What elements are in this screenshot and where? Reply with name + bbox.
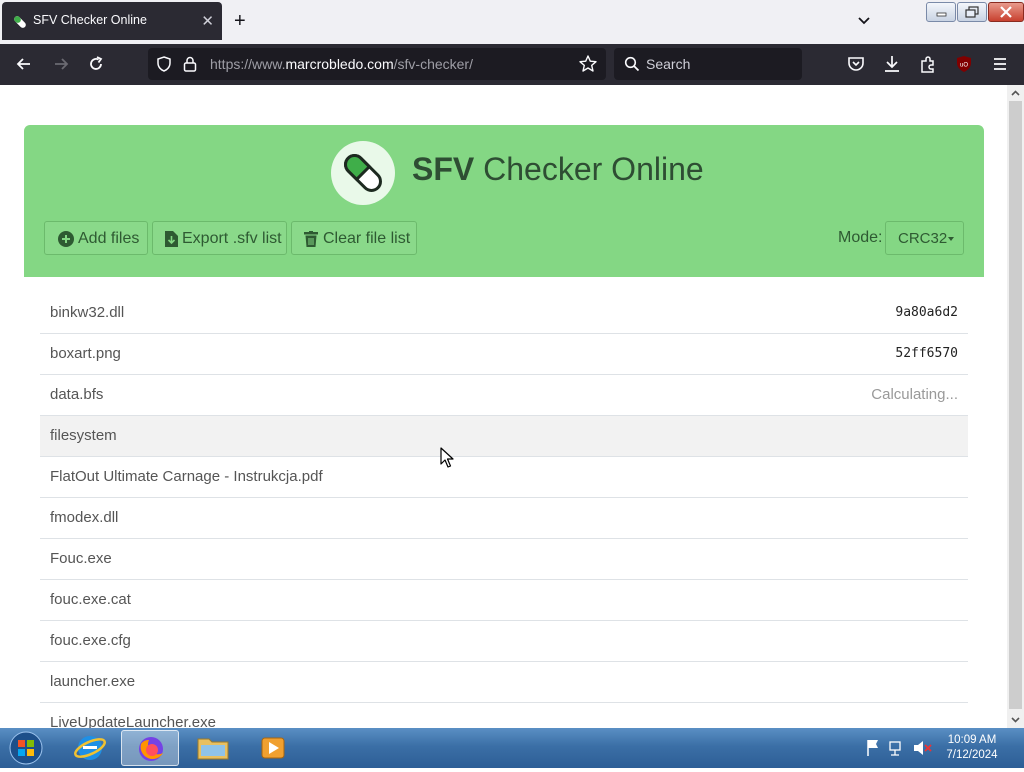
new-tab-button[interactable]: + bbox=[234, 9, 246, 33]
file-name: filesystem bbox=[50, 427, 117, 444]
tab-strip: SFV Checker Online ✕ + bbox=[0, 0, 1024, 44]
app-title: SFV Checker Online bbox=[412, 151, 704, 187]
windows-taskbar: 10:09 AM 7/12/2024 bbox=[0, 728, 1024, 768]
tracking-protection-shield-icon[interactable] bbox=[156, 56, 172, 72]
caret-down-icon bbox=[948, 237, 954, 241]
add-files-button[interactable]: Add files bbox=[44, 221, 148, 255]
window-close-button[interactable] bbox=[988, 2, 1024, 22]
taskbar-clock[interactable]: 10:09 AM 7/12/2024 bbox=[940, 733, 1004, 763]
file-name: fmodex.dll bbox=[50, 509, 119, 526]
search-icon bbox=[624, 56, 640, 72]
mode-dropdown[interactable]: CRC32 bbox=[885, 221, 964, 255]
file-row[interactable]: filesystem bbox=[40, 416, 968, 457]
file-row[interactable]: fmodex.dll bbox=[40, 498, 968, 539]
svg-text:uO: uO bbox=[960, 63, 968, 69]
file-crc32-value: 9a80a6d2 bbox=[895, 305, 958, 320]
pill-logo-icon bbox=[331, 141, 395, 205]
mode-value: CRC32 bbox=[898, 230, 948, 247]
firefox-taskbar-button[interactable] bbox=[121, 730, 179, 766]
file-download-icon bbox=[165, 231, 178, 247]
tab-close-icon[interactable]: ✕ bbox=[201, 12, 214, 30]
ublock-origin-icon[interactable]: uO bbox=[954, 54, 974, 74]
clock-time: 10:09 AM bbox=[947, 734, 997, 746]
add-files-label: Add files bbox=[78, 230, 140, 247]
scrollbar-thumb[interactable] bbox=[1009, 101, 1022, 709]
lock-icon[interactable] bbox=[182, 55, 198, 73]
media-player-icon[interactable] bbox=[244, 730, 302, 766]
export-sfv-label: Export .sfv list bbox=[182, 230, 282, 247]
scroll-down-arrow-icon[interactable] bbox=[1010, 714, 1021, 725]
file-list: binkw32.dll 9a80a6d2 boxart.png 52ff6570 dat… bbox=[40, 293, 968, 728]
file-row[interactable]: LiveUpdateLauncher.exe bbox=[40, 703, 968, 728]
address-bar[interactable]: https://www.marcrobledo.com/sfv-checker/ bbox=[148, 48, 606, 80]
url-text[interactable]: https://www.marcrobledo.com/sfv-checker/ bbox=[210, 56, 473, 72]
tab-title: SFV Checker Online bbox=[33, 13, 147, 27]
window-minimize-button[interactable] bbox=[926, 2, 956, 22]
file-name: binkw32.dll bbox=[50, 304, 125, 321]
trash-icon bbox=[304, 231, 318, 247]
back-arrow-icon[interactable] bbox=[14, 54, 34, 74]
page-viewport: SFV Checker Online Add files Export .sfv… bbox=[0, 85, 1007, 728]
file-row[interactable]: Fouc.exe bbox=[40, 539, 968, 580]
menu-hamburger-icon[interactable] bbox=[990, 54, 1010, 74]
page-vertical-scrollbar[interactable] bbox=[1007, 85, 1024, 728]
file-status: Calculating... bbox=[871, 386, 958, 403]
file-row[interactable]: boxart.png 52ff6570 bbox=[40, 334, 968, 375]
reload-icon[interactable] bbox=[86, 54, 106, 74]
list-all-tabs-chevron-icon[interactable] bbox=[856, 12, 872, 28]
export-sfv-button[interactable]: Export .sfv list bbox=[152, 221, 287, 255]
file-name: fouc.exe.cfg bbox=[50, 632, 131, 649]
bookmark-star-icon[interactable] bbox=[578, 54, 598, 74]
app-header-banner: SFV Checker Online Add files Export .sfv… bbox=[24, 125, 984, 277]
file-row[interactable]: fouc.exe.cfg bbox=[40, 621, 968, 662]
file-row[interactable]: launcher.exe bbox=[40, 662, 968, 703]
network-icon bbox=[889, 741, 901, 756]
clear-file-list-button[interactable]: Clear file list bbox=[291, 221, 417, 255]
forward-arrow-icon[interactable] bbox=[51, 54, 71, 74]
file-name: FlatOut Ultimate Carnage - Instrukcja.pd… bbox=[50, 468, 323, 485]
internet-explorer-icon[interactable] bbox=[61, 730, 119, 766]
file-explorer-icon[interactable] bbox=[184, 730, 242, 766]
extensions-puzzle-icon[interactable] bbox=[918, 54, 938, 74]
pill-favicon-icon bbox=[14, 16, 26, 28]
file-row[interactable]: fouc.exe.cat bbox=[40, 580, 968, 621]
plus-circle-icon bbox=[58, 231, 74, 247]
mouse-cursor-icon bbox=[440, 447, 454, 468]
search-placeholder: Search bbox=[646, 56, 691, 72]
file-name: Fouc.exe bbox=[50, 550, 112, 567]
file-name: fouc.exe.cat bbox=[50, 591, 131, 608]
browser-tab-sfv-checker[interactable]: SFV Checker Online ✕ bbox=[2, 2, 222, 40]
search-bar[interactable]: Search bbox=[614, 48, 802, 80]
window-restore-button[interactable] bbox=[957, 2, 987, 22]
file-row[interactable]: binkw32.dll 9a80a6d2 bbox=[40, 293, 968, 334]
navigation-toolbar: https://www.marcrobledo.com/sfv-checker/… bbox=[0, 44, 1024, 85]
file-name: boxart.png bbox=[50, 345, 121, 362]
windows-start-button[interactable] bbox=[6, 730, 46, 766]
volume-muted-icon bbox=[914, 741, 932, 755]
file-name: data.bfs bbox=[50, 386, 104, 403]
firefox-icon bbox=[139, 737, 163, 761]
downloads-icon[interactable] bbox=[882, 54, 902, 74]
pocket-icon[interactable] bbox=[846, 54, 866, 74]
file-row[interactable]: data.bfs Calculating... bbox=[40, 375, 968, 416]
action-center-flag-icon bbox=[867, 740, 878, 756]
mode-label: Mode: bbox=[838, 229, 883, 246]
file-name: LiveUpdateLauncher.exe bbox=[50, 714, 216, 728]
file-row[interactable]: FlatOut Ultimate Carnage - Instrukcja.pd… bbox=[40, 457, 968, 498]
clock-date: 7/12/2024 bbox=[946, 749, 998, 761]
scroll-up-arrow-icon[interactable] bbox=[1010, 88, 1021, 99]
file-crc32-value: 52ff6570 bbox=[895, 346, 958, 361]
file-name: launcher.exe bbox=[50, 673, 136, 690]
sfv-checker-card: SFV Checker Online Add files Export .sfv… bbox=[24, 125, 984, 728]
clear-file-list-label: Clear file list bbox=[323, 230, 411, 247]
